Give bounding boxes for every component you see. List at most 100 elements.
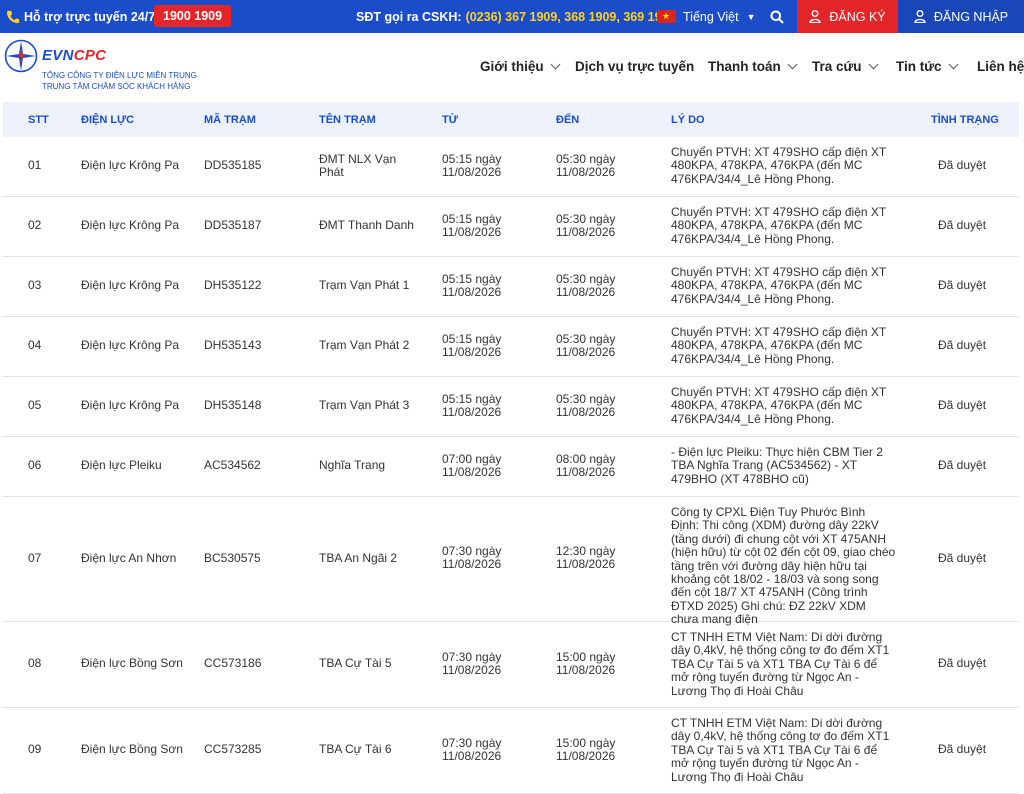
status-badge: Đã duyệt bbox=[938, 398, 987, 412]
status-badge: Đã duyệt bbox=[938, 218, 987, 232]
table-row: 04 Điện lực Krông Pa DH535143 Trạm Vạn P… bbox=[3, 317, 1019, 377]
cell-stt: 09 bbox=[28, 742, 42, 756]
cell-stt: 08 bbox=[28, 656, 42, 670]
nav-lien-he[interactable]: Liên hệ bbox=[977, 59, 1024, 74]
header-ten-tram: TÊN TRẠM bbox=[319, 114, 376, 126]
brand-subtitle-2: TRUNG TÂM CHĂM SÓC KHÁCH HÀNG bbox=[42, 82, 191, 91]
nav-tin-tuc[interactable]: Tin tức bbox=[896, 59, 958, 74]
status-badge: Đã duyệt bbox=[938, 158, 987, 172]
brand-cpc: CPC bbox=[73, 47, 107, 64]
cell-ma-tram: BC530575 bbox=[204, 551, 261, 565]
nav-label: Dịch vụ trực tuyến bbox=[575, 59, 695, 74]
site-header: EVNCPC TỔNG CÔNG TY ĐIỆN LỰC MIỀN TRUNG … bbox=[0, 33, 1024, 100]
cell-den: 15:00 ngày 11/08/2026 bbox=[556, 736, 616, 764]
cell-tu: 05:15 ngày 11/08/2026 bbox=[442, 212, 502, 240]
cell-dien-luc: Điện lực Krông Pa bbox=[81, 158, 180, 172]
cell-den: 05:30 ngày 11/08/2026 bbox=[556, 392, 616, 420]
header-tinh-trang: TÌNH TRẠNG bbox=[931, 114, 999, 126]
table-row: 07 Điện lực An Nhơn BC530575 TBA An Ngãi… bbox=[3, 497, 1019, 626]
table-row: 05 Điện lực Krông Pa DH535148 Trạm Vạn P… bbox=[3, 377, 1019, 437]
cell-ten-tram: Trạm Vạn Phát 1 bbox=[319, 278, 410, 292]
header-stt: STT bbox=[28, 114, 49, 126]
cell-stt: 04 bbox=[28, 338, 42, 352]
chevron-down-icon bbox=[948, 59, 958, 70]
cell-dien-luc: Điện lực Krông Pa bbox=[81, 218, 180, 232]
user-icon bbox=[809, 10, 822, 23]
search-button[interactable] bbox=[770, 0, 784, 33]
table-row: 06 Điện lực Pleiku AC534562 Nghĩa Trang … bbox=[3, 437, 1019, 497]
nav-tra-cuu[interactable]: Tra cứu bbox=[812, 59, 878, 74]
nav-label: Giới thiệu bbox=[480, 59, 544, 74]
status-badge: Đã duyệt bbox=[938, 742, 987, 756]
cell-den: 05:30 ngày 11/08/2026 bbox=[556, 152, 616, 180]
nav-label: Tra cứu bbox=[812, 59, 862, 74]
cell-ten-tram: ĐMT Thanh Danh bbox=[319, 218, 414, 232]
cell-dien-luc: Điện lực Bồng Sơn bbox=[81, 656, 183, 670]
cell-tu: 05:15 ngày 11/08/2026 bbox=[442, 332, 502, 360]
vietnam-flag-icon bbox=[657, 10, 676, 23]
cell-stt: 03 bbox=[28, 278, 42, 292]
hotline-button[interactable]: 1900 1909 bbox=[154, 5, 232, 27]
phone-icon bbox=[6, 10, 20, 23]
nav-dich-vu-truc-tuyen[interactable]: Dịch vụ trực tuyến bbox=[575, 59, 694, 74]
cell-ten-tram: TBA Cự Tài 5 bbox=[319, 656, 392, 670]
cell-tu: 07:30 ngày 11/08/2026 bbox=[442, 544, 502, 572]
cell-den: 05:30 ngày 11/08/2026 bbox=[556, 272, 616, 300]
cell-stt: 01 bbox=[28, 158, 42, 172]
brand-evn: EVN bbox=[42, 47, 74, 64]
header-tu: TỪ bbox=[442, 114, 458, 126]
brand-name[interactable]: EVNCPC bbox=[42, 47, 106, 64]
login-button[interactable]: ĐĂNG NHẬP bbox=[898, 0, 1024, 33]
status-badge: Đã duyệt bbox=[938, 656, 987, 670]
cell-ly-do: - Điện lực Pleiku: Thực hiện CBM Tier 2 … bbox=[671, 445, 883, 486]
language-label: Tiếng Việt bbox=[683, 9, 739, 24]
cell-den: 15:00 ngày 11/08/2026 bbox=[556, 650, 616, 678]
header-dien-luc: ĐIỆN LỰC bbox=[81, 114, 135, 126]
user-icon bbox=[914, 10, 926, 23]
evn-logo-icon[interactable] bbox=[4, 39, 38, 73]
table-row: 01 Điện lực Krông Pa DD535185 ĐMT NLX Vạ… bbox=[3, 137, 1019, 197]
chevron-down-icon bbox=[787, 59, 798, 70]
table-row: 08 Điện lực Bồng Sơn CC573186 TBA Cự Tài… bbox=[3, 622, 1019, 708]
cell-dien-luc: Điện lực Bồng Sơn bbox=[81, 742, 183, 756]
cell-ly-do: Chuyển PTVH: XT 479SHO cấp điện XT 480KP… bbox=[671, 145, 886, 186]
cell-tu: 05:15 ngày 11/08/2026 bbox=[442, 392, 502, 420]
nav-thanh-toan[interactable]: Thanh toán bbox=[708, 59, 798, 74]
cell-den: 12:30 ngày 11/08/2026 bbox=[556, 544, 616, 572]
cell-ma-tram: DD535187 bbox=[204, 218, 262, 232]
table-row: 03 Điện lực Krông Pa DH535122 Trạm Vạn P… bbox=[3, 257, 1019, 317]
header-ma-tram: MÃ TRẠM bbox=[204, 114, 256, 126]
cell-dien-luc: Điện lực Krông Pa bbox=[81, 278, 180, 292]
cell-dien-luc: Điện lực Krông Pa bbox=[81, 338, 180, 352]
cell-stt: 06 bbox=[28, 458, 42, 472]
cell-ly-do: CT TNHH ETM Việt Nam: Di dời đường dây 0… bbox=[671, 630, 890, 698]
cell-tu: 07:30 ngày 11/08/2026 bbox=[442, 650, 502, 678]
register-button[interactable]: ĐĂNG KÝ bbox=[797, 0, 898, 33]
outage-schedule-table: STT ĐIỆN LỰC MÃ TRẠM TÊN TRẠM TỪ ĐẾN LÝ … bbox=[3, 102, 1019, 794]
cell-dien-luc: Điện lực Krông Pa bbox=[81, 398, 180, 412]
cell-ten-tram: TBA Cự Tài 6 bbox=[319, 742, 392, 756]
cell-ma-tram: CC573186 bbox=[204, 656, 262, 670]
cell-ma-tram: DH535148 bbox=[204, 398, 262, 412]
search-icon bbox=[770, 10, 784, 24]
language-selector[interactable]: Tiếng Việt ▼ bbox=[657, 0, 756, 33]
cell-tu: 07:30 ngày 11/08/2026 bbox=[442, 736, 502, 764]
nav-label: Thanh toán bbox=[708, 59, 781, 74]
nav-gioi-thieu[interactable]: Giới thiệu bbox=[480, 59, 561, 74]
support-info: Hỗ trợ trực tuyến 24/7: bbox=[6, 0, 159, 33]
register-label: ĐĂNG KÝ bbox=[829, 9, 886, 24]
cell-ly-do: Chuyển PTVH: XT 479SHO cấp điện XT 480KP… bbox=[671, 325, 886, 366]
chevron-down-icon bbox=[550, 59, 561, 70]
nav-label: Liên hệ bbox=[977, 59, 1024, 74]
cell-ten-tram: Nghĩa Trang bbox=[319, 458, 386, 472]
cell-dien-luc: Điện lực Pleiku bbox=[81, 458, 162, 472]
cskh-numbers: (0236) 367 1909, 368 1909, 369 1909 bbox=[465, 9, 676, 24]
header-den: ĐẾN bbox=[556, 114, 580, 126]
nav-label: Tin tức bbox=[896, 59, 942, 74]
cell-den: 08:00 ngày 11/08/2026 bbox=[556, 452, 616, 480]
cell-tu: 05:15 ngày 11/08/2026 bbox=[442, 272, 502, 300]
cell-den: 05:30 ngày 11/08/2026 bbox=[556, 332, 616, 360]
top-bar: Hỗ trợ trực tuyến 24/7: 1900 1909 SĐT gọ… bbox=[0, 0, 1024, 33]
cell-ten-tram: Trạm Vạn Phát 2 bbox=[319, 338, 410, 352]
status-badge: Đã duyệt bbox=[938, 278, 987, 292]
